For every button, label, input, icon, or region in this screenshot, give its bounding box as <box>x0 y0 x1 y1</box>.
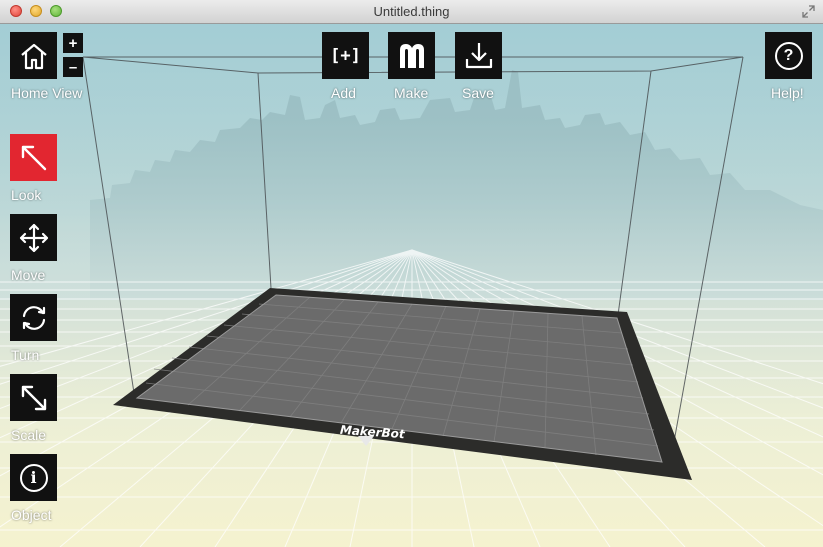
add-label: Add <box>331 85 356 101</box>
save-button[interactable] <box>455 32 502 79</box>
home-view-label: Home View <box>11 85 83 101</box>
zoom-out-button[interactable]: – <box>63 57 83 77</box>
object-label: Object <box>11 507 52 523</box>
object-tool-button[interactable]: i <box>10 454 57 501</box>
makerbot-m-icon <box>399 43 424 68</box>
add-icon: [+] <box>330 45 361 66</box>
object-info-icon: i <box>19 463 48 492</box>
app-window: Untitled.thing MakerBot + – Home View [+… <box>0 0 823 547</box>
zoom-in-button[interactable]: + <box>63 33 83 53</box>
home-icon <box>20 43 47 69</box>
add-button[interactable]: [+] <box>322 32 369 79</box>
look-label: Look <box>11 187 42 203</box>
scale-arrow-icon <box>21 385 46 410</box>
help-icon: ? <box>774 41 803 70</box>
look-tool-button[interactable] <box>10 134 57 181</box>
save-label: Save <box>462 85 494 101</box>
turn-tool-button[interactable] <box>10 294 57 341</box>
scale-label: Scale <box>11 427 47 443</box>
home-view-button[interactable] <box>10 32 57 79</box>
scene-render: MakerBot <box>0 56 823 547</box>
title-bar: Untitled.thing <box>0 0 823 24</box>
scale-tool-button[interactable] <box>10 374 57 421</box>
fullscreen-icon[interactable] <box>802 5 815 18</box>
turn-label: Turn <box>11 347 40 363</box>
help-icon-glyph: ? <box>783 46 794 64</box>
window-title: Untitled.thing <box>373 4 450 19</box>
turn-arrows-icon <box>22 305 45 330</box>
make-label: Make <box>394 85 429 101</box>
look-arrow-icon <box>21 145 46 170</box>
help-button[interactable]: ? <box>765 32 812 79</box>
move-label: Move <box>11 267 46 283</box>
move-arrows-icon <box>19 223 48 252</box>
save-icon <box>465 42 492 68</box>
make-button[interactable] <box>388 32 435 79</box>
help-label: Help! <box>771 85 804 101</box>
object-info-glyph: i <box>30 468 37 487</box>
move-tool-button[interactable] <box>10 214 57 261</box>
build-platform <box>113 288 692 480</box>
3d-viewport[interactable]: MakerBot + – Home View [+] Add Make Save… <box>0 24 823 547</box>
